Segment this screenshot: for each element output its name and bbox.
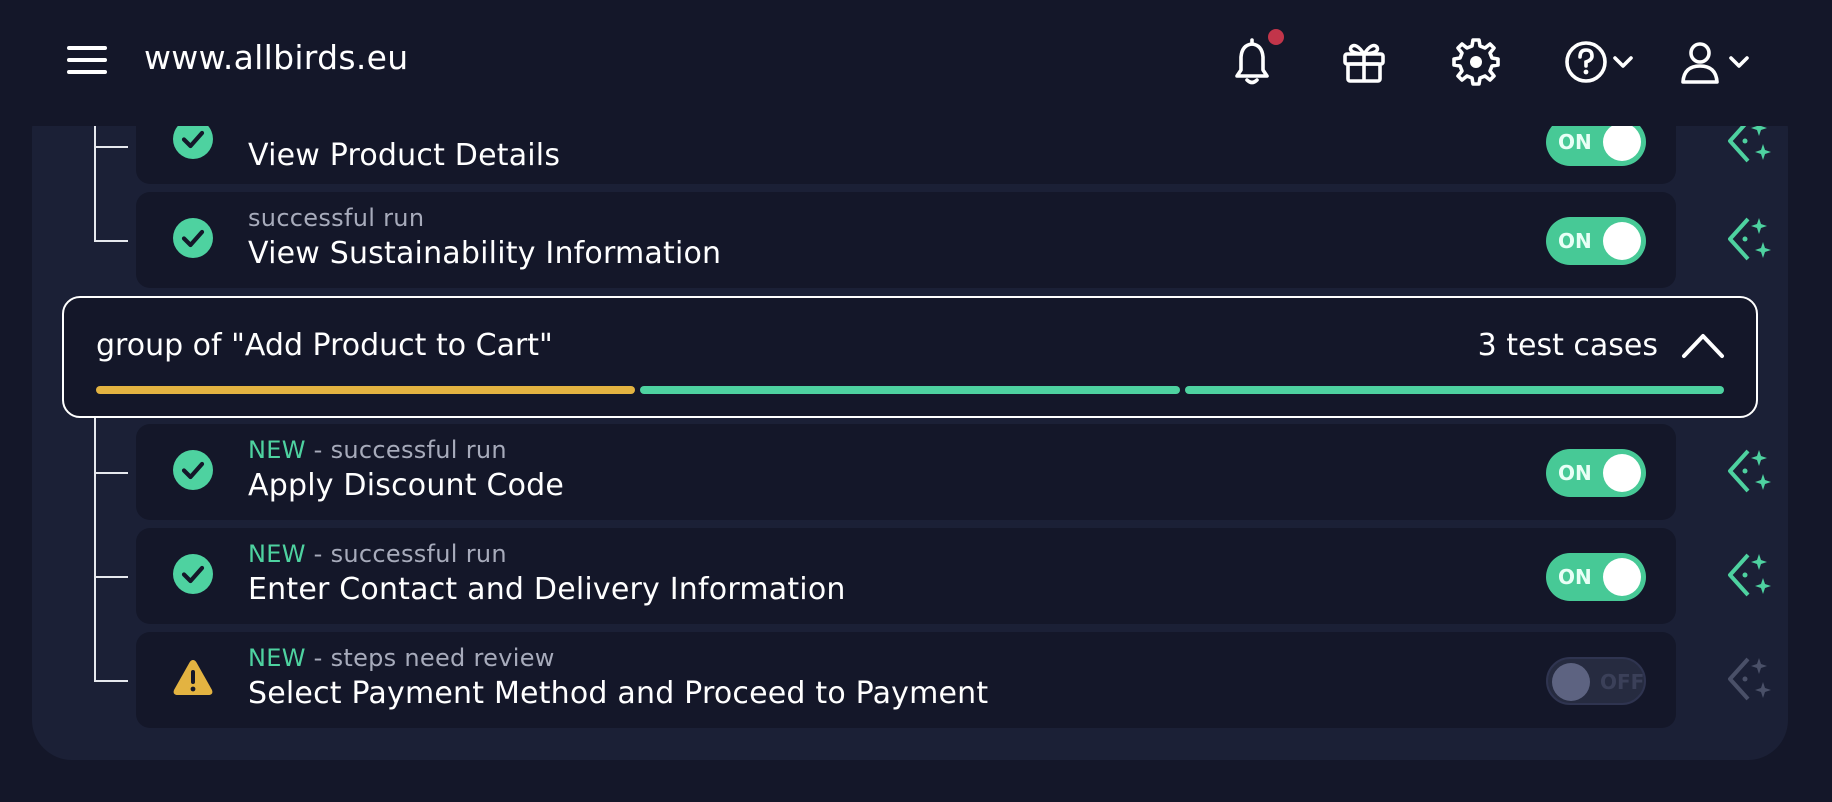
test-case-card[interactable]: successful run View Sustainability Infor…	[136, 192, 1771, 288]
help-icon[interactable]	[1562, 34, 1638, 90]
tree-connector	[94, 418, 128, 474]
test-case-status: NEW - successful run	[248, 540, 507, 568]
status-text: successful run	[248, 204, 425, 232]
notification-dot	[1268, 29, 1284, 45]
enable-toggle[interactable]: ON	[1546, 449, 1646, 497]
chevron-up-icon[interactable]	[1680, 328, 1726, 362]
ai-sparkle-icon[interactable]	[1726, 654, 1776, 704]
check-circle-icon	[172, 553, 214, 595]
test-case-title: Select Payment Method and Proceed to Pay…	[248, 676, 989, 711]
toggle-knob	[1552, 663, 1590, 701]
toggle-label: ON	[1558, 229, 1592, 253]
toggle-knob	[1603, 123, 1641, 161]
test-case-title: View Sustainability Information	[248, 236, 722, 271]
toggle-knob	[1603, 222, 1641, 260]
test-case-status: NEW - steps need review	[248, 644, 555, 672]
new-badge: NEW	[248, 644, 306, 672]
warning-triangle-icon	[172, 657, 214, 699]
toggle-label: OFF	[1600, 670, 1645, 694]
test-case-title: Apply Discount Code	[248, 468, 565, 503]
tree-connector	[94, 126, 128, 148]
enable-toggle[interactable]: ON	[1546, 553, 1646, 601]
site-title: www.allbirds.eu	[144, 38, 409, 77]
group-title: group of "Add Product to Cart"	[96, 328, 553, 363]
ai-sparkle-icon[interactable]	[1726, 214, 1776, 264]
tree-connector	[94, 148, 128, 242]
enable-toggle[interactable]: OFF	[1546, 657, 1646, 705]
toggle-knob	[1603, 454, 1641, 492]
progress-segment-success	[1184, 386, 1724, 394]
test-group-header[interactable]: group of "Add Product to Cart" 3 test ca…	[62, 296, 1758, 418]
group-progress-bar	[96, 386, 1724, 394]
progress-segment-warning	[96, 386, 636, 394]
progress-segment-success	[640, 386, 1180, 394]
test-case-status: successful run	[248, 204, 424, 232]
top-bar: www.allbirds.eu	[0, 0, 1832, 126]
status-text: - successful run	[305, 436, 507, 464]
user-icon[interactable]	[1674, 34, 1756, 90]
check-circle-icon	[172, 217, 214, 259]
gift-icon[interactable]	[1336, 34, 1392, 90]
ai-sparkle-icon[interactable]	[1726, 446, 1776, 496]
tree-connector	[94, 474, 128, 578]
test-case-status: NEW - successful run	[248, 436, 507, 464]
check-circle-icon	[172, 449, 214, 491]
test-case-title: View Product Details	[248, 138, 561, 173]
toggle-label: ON	[1558, 461, 1592, 485]
settings-icon[interactable]	[1448, 34, 1504, 90]
test-case-card[interactable]: NEW - successful run Enter Contact and D…	[136, 528, 1771, 624]
status-text: - steps need review	[305, 644, 555, 672]
test-case-card[interactable]: NEW - successful run Apply Discount Code…	[136, 424, 1771, 520]
group-count: 3 test cases	[1477, 328, 1658, 363]
toggle-knob	[1603, 558, 1641, 596]
test-case-card[interactable]: NEW - steps need review Select Payment M…	[136, 632, 1771, 728]
toggle-label: ON	[1558, 130, 1592, 154]
test-case-title: Enter Contact and Delivery Information	[248, 572, 846, 607]
enable-toggle[interactable]: ON	[1546, 217, 1646, 265]
menu-icon[interactable]	[64, 40, 112, 80]
toggle-label: ON	[1558, 565, 1592, 589]
ai-sparkle-icon[interactable]	[1726, 550, 1776, 600]
tree-connector	[94, 578, 128, 682]
new-badge: NEW	[248, 540, 306, 568]
new-badge: NEW	[248, 436, 306, 464]
status-text: - successful run	[305, 540, 507, 568]
page: View Product Details ON successful run V…	[0, 0, 1832, 802]
